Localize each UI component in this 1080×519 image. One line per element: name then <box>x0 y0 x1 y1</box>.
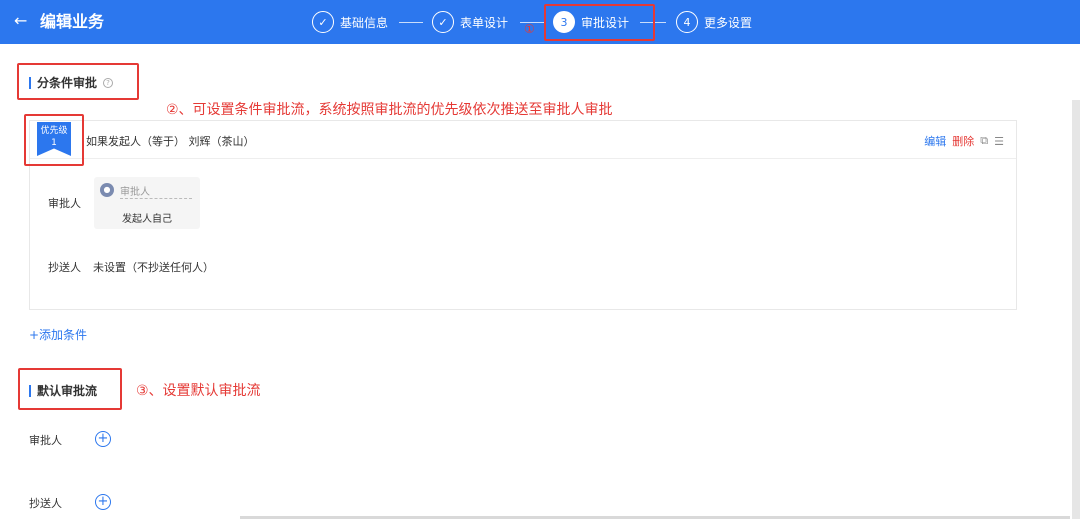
annotation-note-2: ②、可设置条件审批流，系统按照审批流的优先级依次推送至审批人审批 <box>166 102 613 118</box>
default-cc-label: 抄送人 <box>29 497 62 510</box>
check-icon: ✓ <box>432 11 454 33</box>
step-basic-info[interactable]: ✓ 基础信息 <box>312 11 388 33</box>
annotation-box-step <box>544 4 655 41</box>
delete-button[interactable]: 删除 <box>952 133 974 149</box>
section-marker <box>29 384 31 397</box>
section-title-conditional: 分条件审批 ? <box>29 74 114 91</box>
card-actions: 编辑 删除 ⧉ ☰ <box>924 133 1004 149</box>
condition-text: 如果发起人（等于） 刘辉（茶山） <box>86 135 255 148</box>
top-bar: ← 编辑业务 ✓ 基础信息 ✓ 表单设计 3 审批设计 4 更多设置 <box>0 0 1080 44</box>
approver-value: 发起人自己 <box>122 214 172 225</box>
add-approver-icon[interactable]: + <box>95 431 111 447</box>
condition-card: 如果发起人（等于） 刘辉（茶山） 编辑 删除 ⧉ ☰ 审批人 ● 审批人 发起人… <box>29 120 1017 310</box>
approver-label: 审批人 <box>48 197 81 210</box>
check-icon: ✓ <box>312 11 334 33</box>
step-label: 更多设置 <box>704 15 753 30</box>
annotation-note-1: ① <box>524 22 535 36</box>
step-connector <box>399 22 423 23</box>
user-group-icon: ● <box>100 183 114 197</box>
divider <box>120 198 192 199</box>
sort-icon[interactable]: ☰ <box>994 135 1004 148</box>
condition-card-header: 如果发起人（等于） 刘辉（茶山） 编辑 删除 ⧉ ☰ <box>30 121 1016 159</box>
step-form-design[interactable]: ✓ 表单设计 <box>432 11 508 33</box>
annotation-note-3: ③、设置默认审批流 <box>136 383 261 399</box>
section-title-default: 默认审批流 <box>29 382 97 399</box>
approver-selector[interactable]: ● 审批人 发起人自己 <box>94 177 200 229</box>
default-approver-label: 审批人 <box>29 434 62 447</box>
section-title-text: 分条件审批 <box>37 76 98 90</box>
annotation-box-priority <box>24 114 84 166</box>
step-number: 4 <box>676 11 698 33</box>
section-marker <box>29 76 31 89</box>
page-title: 编辑业务 <box>40 12 105 31</box>
cc-label: 抄送人 <box>48 261 81 274</box>
edit-button[interactable]: 编辑 <box>924 133 946 149</box>
step-more-settings[interactable]: 4 更多设置 <box>676 11 752 33</box>
back-arrow-icon[interactable]: ← <box>14 11 27 31</box>
cc-value: 未设置（不抄送任何人） <box>93 261 214 274</box>
section-title-text: 默认审批流 <box>37 384 98 398</box>
approver-placeholder: 审批人 <box>120 187 150 198</box>
copy-icon[interactable]: ⧉ <box>980 134 988 148</box>
add-cc-icon[interactable]: + <box>95 494 111 510</box>
vertical-scrollbar[interactable] <box>1072 100 1080 519</box>
help-icon[interactable]: ? <box>103 77 114 88</box>
step-label: 基础信息 <box>340 15 389 30</box>
add-condition-button[interactable]: +添加条件 <box>29 326 87 343</box>
step-label: 表单设计 <box>460 15 509 30</box>
